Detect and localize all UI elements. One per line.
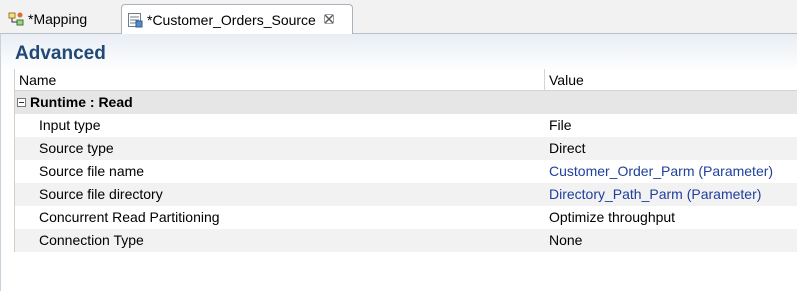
close-icon[interactable] <box>323 13 334 27</box>
tab-customer-orders-source[interactable]: *Customer_Orders_Source <box>121 4 353 35</box>
property-name: Concurrent Read Partitioning <box>39 209 220 225</box>
property-name: Source file name <box>39 163 145 179</box>
group-row-runtime-read[interactable]: Runtime : Read <box>15 91 797 114</box>
table-row[interactable]: Source type Direct <box>15 137 797 160</box>
editor-tab-bar: *Mapping *Customer_Orders_Source <box>0 0 797 35</box>
section-title: Advanced <box>15 43 106 64</box>
table-row[interactable]: Concurrent Read Partitioning Optimize th… <box>15 206 797 229</box>
column-header-name[interactable]: Name <box>15 69 545 90</box>
property-value[interactable]: File <box>545 114 797 137</box>
property-value-parameter[interactable]: Directory_Path_Parm (Parameter) <box>545 183 797 206</box>
property-value[interactable]: None <box>545 229 797 252</box>
tab-mapping[interactable]: *Mapping <box>2 4 120 34</box>
tab-mapping-label: *Mapping <box>28 11 88 27</box>
column-header-value[interactable]: Value <box>545 69 797 90</box>
property-value[interactable]: Direct <box>545 137 797 160</box>
table-row[interactable]: Input type File <box>15 114 797 137</box>
property-name: Connection Type <box>39 232 144 248</box>
property-name: Input type <box>39 117 101 133</box>
mapping-icon <box>8 11 24 27</box>
group-label: Runtime : Read <box>30 94 133 110</box>
property-value[interactable]: Optimize throughput <box>545 206 797 229</box>
table-row[interactable]: Connection Type None <box>15 229 797 252</box>
table-header: Name Value <box>15 69 797 91</box>
property-value-parameter[interactable]: Customer_Order_Parm (Parameter) <box>545 160 797 183</box>
property-name: Source file directory <box>39 186 163 202</box>
data-object-icon <box>127 12 143 28</box>
collapse-icon[interactable] <box>17 98 26 107</box>
table-row[interactable]: Source file directory Directory_Path_Par… <box>15 183 797 206</box>
property-name: Source type <box>39 140 114 156</box>
properties-table: Name Value Runtime : Read Input type Fil… <box>14 69 797 252</box>
tab-customer-orders-source-label: *Customer_Orders_Source <box>147 12 316 28</box>
table-row[interactable]: Source file name Customer_Order_Parm (Pa… <box>15 160 797 183</box>
